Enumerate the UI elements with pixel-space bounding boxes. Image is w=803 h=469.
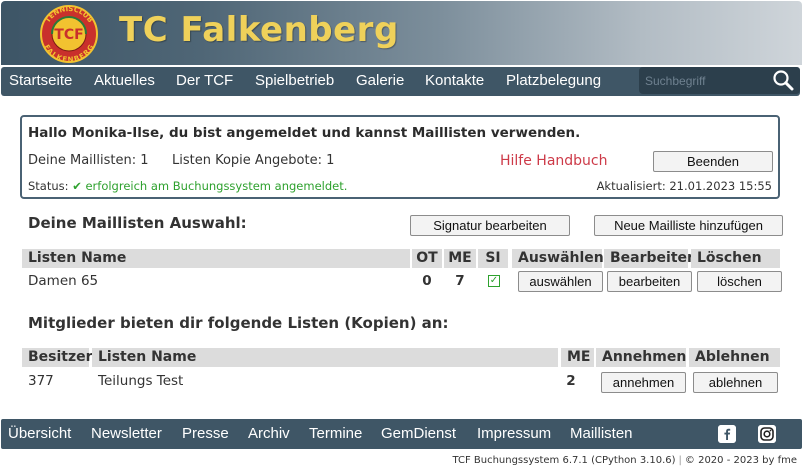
col-header-edit: Bearbeiten xyxy=(604,249,697,268)
col-header-offer-name: Listen Name xyxy=(92,348,558,367)
system-version: TCF Buchungssystem 6.7.1 (CPython 3.10.6… xyxy=(452,455,676,466)
svg-text:TCF: TCF xyxy=(54,27,83,43)
select-list-button[interactable]: auswählen xyxy=(518,271,603,292)
add-maillist-button[interactable]: Neue Mailliste hinzufügen xyxy=(594,215,783,236)
copy-offers-count: Listen Kopie Angebote: 1 xyxy=(172,153,335,168)
greeting-text: Hallo Monika-Ilse, du bist angemeldet un… xyxy=(28,125,581,141)
search-box xyxy=(639,67,800,94)
my-lists-title: Deine Maillisten Auswahl: xyxy=(28,214,247,232)
status-line: Status: ✔ erfolgreich am Buchungssystem … xyxy=(28,179,347,193)
end-button[interactable]: Beenden xyxy=(653,151,773,172)
owner-cell: 377 xyxy=(28,373,54,389)
delete-list-button[interactable]: löschen xyxy=(697,271,782,292)
footer-item-maillisten[interactable]: Maillisten xyxy=(570,425,633,442)
version-info: TCF Buchungssystem 6.7.1 (CPython 3.10.6… xyxy=(452,455,797,466)
nav-item-spielbetrieb[interactable]: Spielbetrieb xyxy=(255,72,334,89)
col-header-owner: Besitzer xyxy=(22,348,93,367)
status-label: Status: xyxy=(28,179,69,193)
search-input[interactable] xyxy=(645,71,765,91)
help-manual-link[interactable]: Hilfe Handbuch xyxy=(500,153,608,169)
offer-me-cell: 2 xyxy=(566,373,576,389)
instagram-icon[interactable] xyxy=(758,425,776,443)
footer-item-presse[interactable]: Presse xyxy=(182,425,229,442)
nav-item-der-tcf[interactable]: Der TCF xyxy=(176,72,233,89)
nav-item-kontakte[interactable]: Kontakte xyxy=(425,72,484,89)
club-logo[interactable]: TENNISCLUB FALKENBERG TCF xyxy=(38,5,100,63)
footer-item-archiv[interactable]: Archiv xyxy=(248,425,290,442)
nav-item-startseite[interactable]: Startseite xyxy=(9,72,72,89)
reject-offer-button[interactable]: ablehnen xyxy=(693,372,778,393)
ot-cell: 0 xyxy=(422,273,432,289)
my-lists-count: Deine Maillisten: 1 xyxy=(28,153,149,168)
edit-signature-button[interactable]: Signatur bearbeiten xyxy=(410,215,570,236)
col-header-accept: Annehmen xyxy=(596,348,686,367)
footer-nav: Übersicht Newsletter Presse Archiv Termi… xyxy=(1,419,802,449)
nav-item-galerie[interactable]: Galerie xyxy=(356,72,404,89)
offers-title: Mitglieder bieten dir folgende Listen (K… xyxy=(28,314,449,332)
copyright-text: © 2020 - 2023 by fme xyxy=(684,455,797,466)
footer-item-termine[interactable]: Termine xyxy=(309,425,362,442)
footer-item-uebersicht[interactable]: Übersicht xyxy=(8,425,71,442)
col-header-ot: OT xyxy=(412,249,442,268)
col-header-list-name: Listen Name xyxy=(22,249,410,268)
footer-item-impressum[interactable]: Impressum xyxy=(477,425,551,442)
col-header-select: Auswählen xyxy=(512,249,604,268)
si-checkbox-icon[interactable]: ✓ xyxy=(488,275,500,287)
status-message: ✔ erfolgreich am Buchungssystem angemeld… xyxy=(72,179,348,193)
me-cell: 7 xyxy=(455,273,465,289)
offer-name-cell: Teilungs Test xyxy=(98,373,184,389)
footer-item-gemdienst[interactable]: GemDienst xyxy=(381,425,456,442)
col-header-reject: Ablehnen xyxy=(689,348,780,367)
accept-offer-button[interactable]: annehmen xyxy=(601,372,686,393)
site-title: TC Falkenberg xyxy=(119,10,399,50)
col-header-me: ME xyxy=(444,249,476,268)
last-updated: Aktualisiert: 21.01.2023 15:55 xyxy=(596,179,772,193)
col-header-offer-me: ME xyxy=(561,348,594,367)
col-header-si: SI xyxy=(478,249,508,268)
edit-list-button[interactable]: bearbeiten xyxy=(607,271,692,292)
login-info-panel: Hallo Monika-Ilse, du bist angemeldet un… xyxy=(20,115,780,199)
nav-item-aktuelles[interactable]: Aktuelles xyxy=(94,72,155,89)
nav-item-platzbelegung[interactable]: Platzbelegung xyxy=(506,72,601,89)
footer-item-newsletter[interactable]: Newsletter xyxy=(91,425,162,442)
list-name-cell: Damen 65 xyxy=(28,273,99,289)
col-header-delete: Löschen xyxy=(691,249,780,268)
search-icon[interactable] xyxy=(771,69,795,92)
site-header: TENNISCLUB FALKENBERG TCF TC Falkenberg xyxy=(1,1,802,65)
facebook-icon[interactable] xyxy=(718,425,736,443)
